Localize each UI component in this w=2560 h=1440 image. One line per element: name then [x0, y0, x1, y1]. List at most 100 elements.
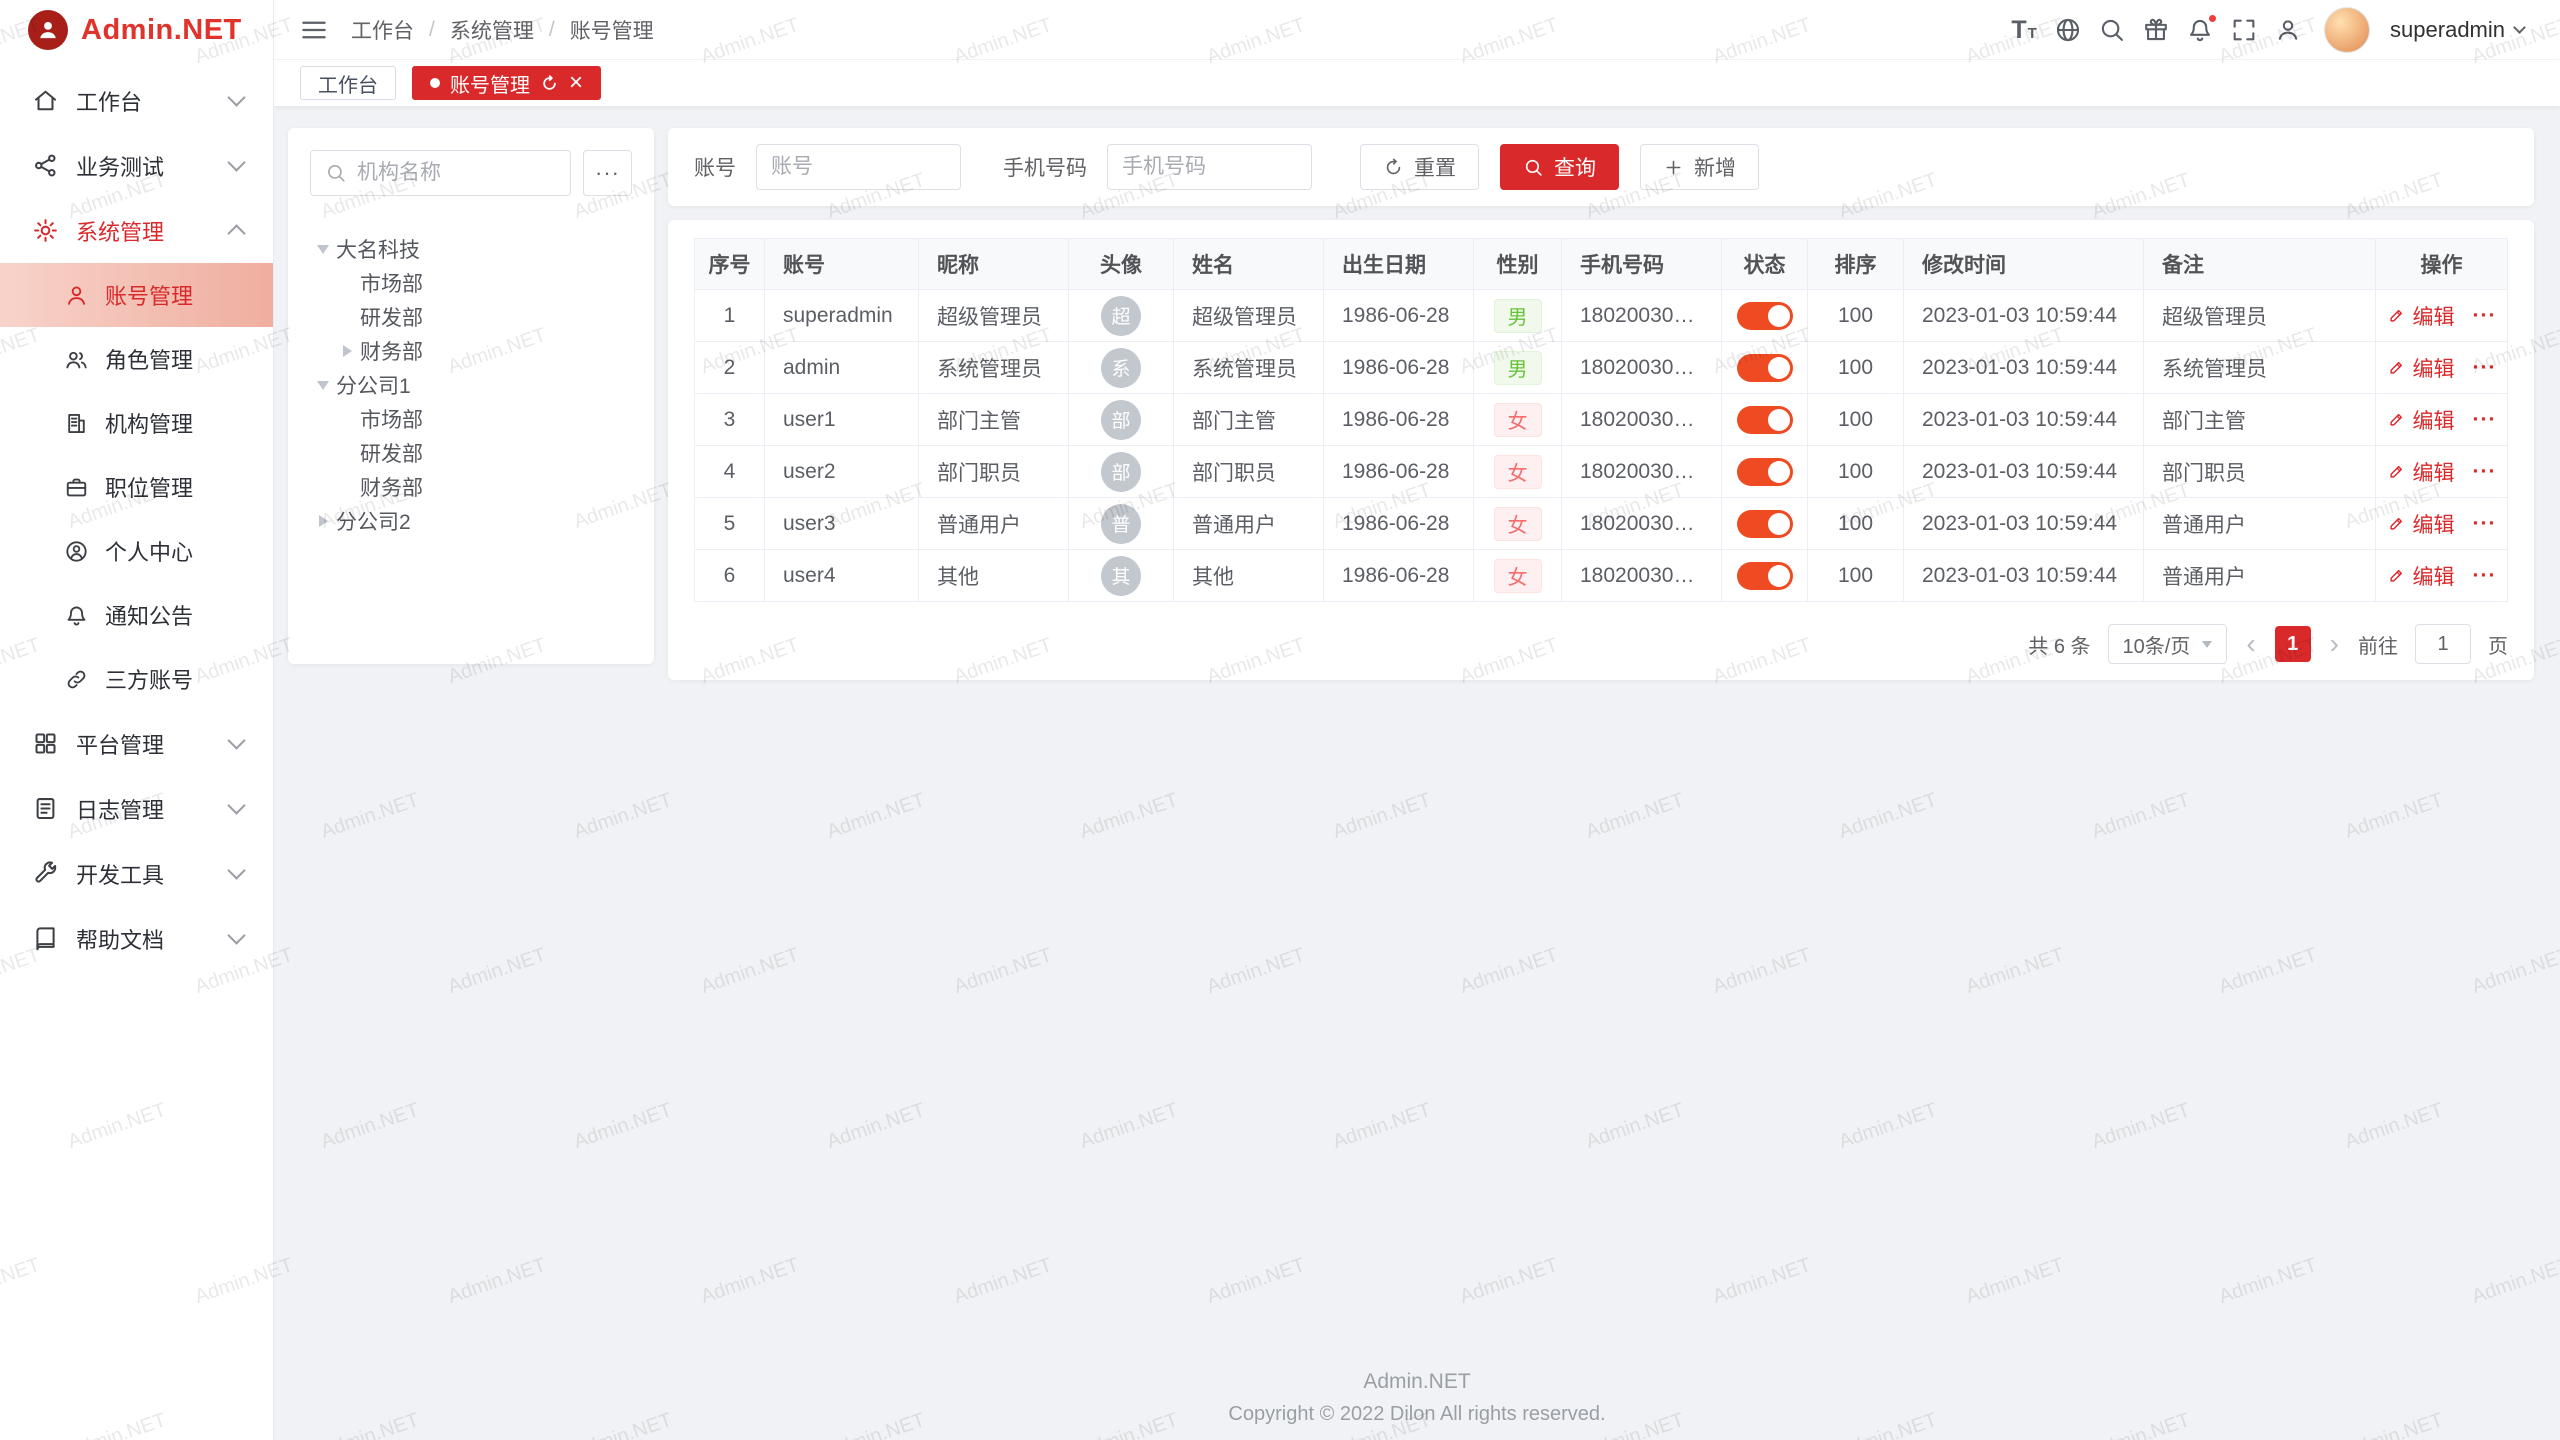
- status-toggle[interactable]: [1737, 510, 1793, 538]
- cell-name: 部门主管: [1174, 394, 1324, 446]
- refresh-icon[interactable]: [540, 74, 559, 93]
- menu-collapse-icon[interactable]: [299, 15, 329, 45]
- caret-down-icon[interactable]: [310, 236, 336, 262]
- sidebar-item-org-management[interactable]: 机构管理: [0, 391, 273, 455]
- edit-button[interactable]: 编辑: [2387, 405, 2455, 435]
- cell-phone: 18020030720: [1562, 446, 1722, 498]
- tab-account-management[interactable]: 账号管理: [412, 66, 601, 100]
- phone-input[interactable]: [1122, 155, 1297, 179]
- org-search-input[interactable]: [357, 161, 556, 185]
- app-logo[interactable]: Admin.NET: [0, 0, 273, 60]
- col-name: 姓名: [1174, 239, 1324, 290]
- goto-page-input[interactable]: [2415, 624, 2471, 664]
- close-icon[interactable]: [569, 71, 583, 95]
- status-toggle[interactable]: [1737, 302, 1793, 330]
- tree-node[interactable]: 财务部: [310, 334, 632, 368]
- account-input[interactable]: [771, 155, 946, 179]
- caret-down-icon[interactable]: [310, 372, 336, 398]
- cell-modify-time: 2023-01-03 10:59:44: [1904, 498, 2144, 550]
- breadcrumb-item-system-management[interactable]: 系统管理: [450, 15, 534, 45]
- cell-phone: 18020030720: [1562, 342, 1722, 394]
- status-toggle[interactable]: [1737, 406, 1793, 434]
- gender-badge: 女: [1494, 507, 1542, 541]
- status-toggle[interactable]: [1737, 562, 1793, 590]
- sidebar-item-third-party-account[interactable]: 三方账号: [0, 647, 273, 711]
- sidebar-item-system-management[interactable]: 系统管理: [0, 198, 273, 263]
- cell-avatar: 其: [1069, 550, 1174, 602]
- reset-button[interactable]: 重置: [1360, 144, 1479, 190]
- tree-node[interactable]: 财务部: [310, 470, 632, 504]
- cell-phone: 18020030720: [1562, 394, 1722, 446]
- tree-node[interactable]: 研发部: [310, 436, 632, 470]
- profile-icon[interactable]: [2274, 16, 2302, 44]
- edit-button[interactable]: 编辑: [2387, 561, 2455, 591]
- user-avatar[interactable]: [2324, 7, 2370, 53]
- cell-name: 超级管理员: [1174, 290, 1324, 342]
- sidebar-item-workbench[interactable]: 工作台: [0, 68, 273, 133]
- prev-page-button[interactable]: [2244, 630, 2257, 658]
- footer-copyright: Copyright © 2022 Dilon All rights reserv…: [274, 1403, 2560, 1426]
- cell-modify-time: 2023-01-03 10:59:44: [1904, 446, 2144, 498]
- table-row: 1 superadmin 超级管理员 超 超级管理员 1986-06-28: [695, 290, 2508, 342]
- page-number-button[interactable]: 1: [2275, 626, 2311, 662]
- tree-node[interactable]: 分公司1: [310, 368, 632, 402]
- cell-status: [1722, 550, 1808, 602]
- edit-button[interactable]: 编辑: [2387, 457, 2455, 487]
- status-toggle[interactable]: [1737, 354, 1793, 382]
- edit-button[interactable]: 编辑: [2387, 353, 2455, 383]
- user-menu[interactable]: superadmin: [2390, 17, 2524, 43]
- wrench-icon: [32, 860, 59, 887]
- sidebar-item-dev-tools[interactable]: 开发工具: [0, 841, 273, 906]
- globe-icon[interactable]: [2054, 16, 2082, 44]
- sidebar-item-help-docs[interactable]: 帮助文档: [0, 906, 273, 971]
- row-more-button[interactable]: ···: [2473, 512, 2497, 536]
- col-no: 序号: [695, 239, 765, 290]
- row-more-button[interactable]: ···: [2473, 564, 2497, 588]
- tree-node[interactable]: 市场部: [310, 402, 632, 436]
- sidebar-item-role-management[interactable]: 角色管理: [0, 327, 273, 391]
- sidebar-item-log-management[interactable]: 日志管理: [0, 776, 273, 841]
- edit-icon: [2387, 462, 2406, 481]
- tree-node[interactable]: 市场部: [310, 266, 632, 300]
- fullscreen-icon[interactable]: [2230, 16, 2258, 44]
- sidebar-item-notice[interactable]: 通知公告: [0, 583, 273, 647]
- query-button[interactable]: 查询: [1500, 144, 1619, 190]
- sidebar-item-platform-management[interactable]: 平台管理: [0, 711, 273, 776]
- row-more-button[interactable]: ···: [2473, 304, 2497, 328]
- edit-button[interactable]: 编辑: [2387, 301, 2455, 331]
- sidebar-item-position-management[interactable]: 职位管理: [0, 455, 273, 519]
- notification-icon[interactable]: [2186, 16, 2214, 44]
- row-more-button[interactable]: ···: [2473, 356, 2497, 380]
- breadcrumb-item-account-management: 账号管理: [570, 15, 654, 45]
- home-icon: [32, 87, 59, 114]
- tab-workbench[interactable]: 工作台: [300, 66, 396, 100]
- pagination-total: 共 6 条: [2028, 630, 2090, 659]
- tree-node[interactable]: 分公司2: [310, 504, 632, 538]
- accounts-table: 序号 账号 昵称 头像 姓名 出生日期 性别 手机号码 状态 排序: [694, 238, 2508, 602]
- cell-sort: 100: [1808, 498, 1904, 550]
- row-more-button[interactable]: ···: [2473, 460, 2497, 484]
- sidebar-item-account-management[interactable]: 账号管理: [0, 263, 273, 327]
- tree-node[interactable]: 大名科技: [310, 232, 632, 266]
- status-toggle[interactable]: [1737, 458, 1793, 486]
- table-row: 2 admin 系统管理员 系 系统管理员 1986-06-28: [695, 342, 2508, 394]
- cell-actions: 编辑 ···: [2376, 498, 2508, 550]
- cell-name: 其他: [1174, 550, 1324, 602]
- edit-button[interactable]: 编辑: [2387, 509, 2455, 539]
- page-size-select[interactable]: 10条/页: [2108, 624, 2228, 664]
- caret-right-icon[interactable]: [334, 338, 360, 364]
- caret-right-icon[interactable]: [310, 508, 336, 534]
- row-more-button[interactable]: ···: [2473, 408, 2497, 432]
- sidebar-item-personal-center[interactable]: 个人中心: [0, 519, 273, 583]
- breadcrumb-item-workbench[interactable]: 工作台: [351, 15, 414, 45]
- col-phone: 手机号码: [1562, 239, 1722, 290]
- cell-account: user4: [765, 550, 919, 602]
- add-button[interactable]: 新增: [1640, 144, 1759, 190]
- theme-icon[interactable]: [2142, 16, 2170, 44]
- search-icon[interactable]: [2098, 16, 2126, 44]
- font-size-icon[interactable]: [2010, 16, 2038, 44]
- next-page-button[interactable]: [2328, 630, 2341, 658]
- org-more-button[interactable]: ···: [583, 150, 632, 196]
- tree-node[interactable]: 研发部: [310, 300, 632, 334]
- sidebar-item-business-test[interactable]: 业务测试: [0, 133, 273, 198]
